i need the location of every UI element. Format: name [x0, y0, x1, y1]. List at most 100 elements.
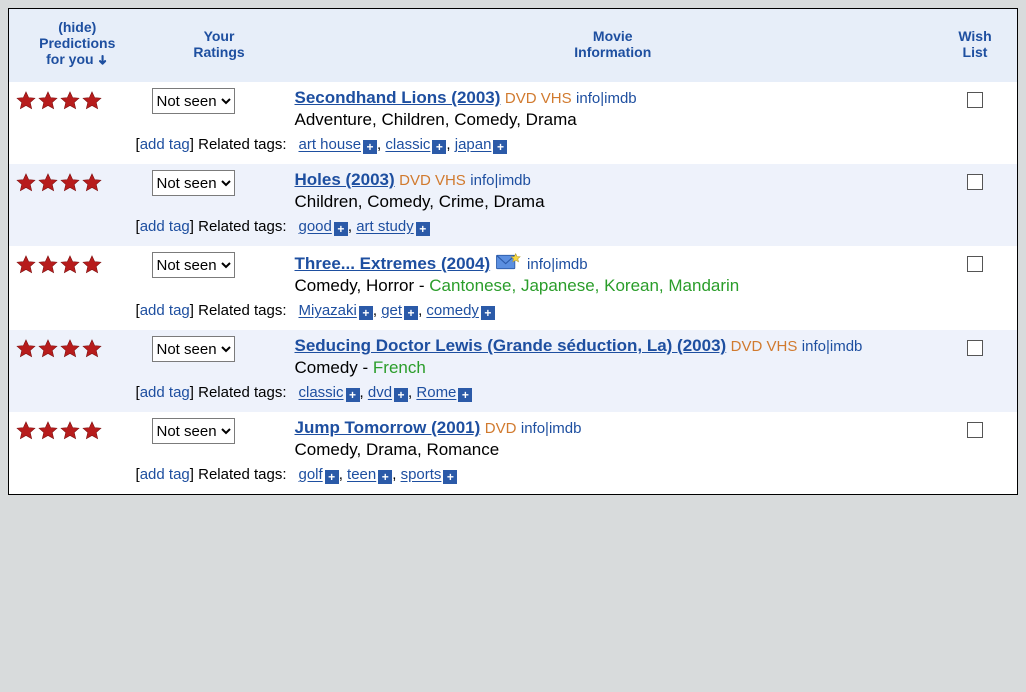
add-tag-link[interactable]: add tag	[140, 218, 190, 235]
star-icon	[59, 341, 81, 358]
tag-add-icon[interactable]: +	[458, 388, 472, 402]
tag-add-icon[interactable]: +	[416, 222, 430, 236]
tag-actions-cell: [add tag] Related tags:	[9, 382, 293, 412]
related-tags-label: Related tags:	[198, 302, 286, 319]
add-tag-link[interactable]: add tag	[140, 466, 190, 483]
imdb-link[interactable]: imdb	[604, 90, 637, 107]
star-icon	[37, 423, 59, 440]
tag-add-icon[interactable]: +	[493, 140, 507, 154]
tag-link[interactable]: sports	[401, 466, 442, 483]
star-icon	[15, 257, 37, 274]
star-rating	[15, 252, 140, 276]
rating-select[interactable]: Not seen	[152, 252, 235, 278]
movie-info-cell: Seducing Doctor Lewis (Grande séduction,…	[293, 330, 934, 382]
tag-link[interactable]: classic	[299, 384, 344, 401]
tag-link[interactable]: Rome	[416, 384, 456, 401]
star-icon	[37, 93, 59, 110]
tag-link[interactable]: Miyazaki	[299, 302, 357, 319]
tag-link[interactable]: comedy	[426, 302, 479, 319]
rating-cell: Not seen	[146, 246, 293, 300]
tag-link[interactable]: teen	[347, 466, 376, 483]
rating-select[interactable]: Not seen	[152, 88, 235, 114]
mail-new-icon[interactable]	[495, 256, 523, 273]
genres-text: Children, Comedy, Crime, Drama	[295, 192, 928, 212]
movie-info-cell: Secondhand Lions (2003) DVD VHS info|imd…	[293, 82, 934, 134]
wishlist-checkbox[interactable]	[967, 174, 983, 190]
tag-add-icon[interactable]: +	[334, 222, 348, 236]
movie-predictions-panel: (hide) Predictions for you ➜ Your Rating…	[8, 8, 1018, 495]
info-link[interactable]: info	[527, 256, 551, 273]
movie-title-link[interactable]: Secondhand Lions (2003)	[295, 88, 501, 107]
media-formats: DVD VHS	[399, 172, 466, 189]
tag-link[interactable]: classic	[385, 136, 430, 153]
movie-title-link[interactable]: Three... Extremes (2004)	[295, 254, 491, 273]
tag-row: [add tag] Related tags: good+, art study…	[9, 216, 1017, 246]
tag-link[interactable]: art house	[299, 136, 362, 153]
star-icon	[59, 423, 81, 440]
imdb-link[interactable]: imdb	[830, 338, 863, 355]
col-header-wish-list: Wish List	[933, 9, 1017, 82]
rating-cell: Not seen	[146, 330, 293, 382]
table-row: Not seen Secondhand Lions (2003) DVD VHS…	[9, 82, 1017, 134]
movie-info-cell: Jump Tomorrow (2001) DVD info|imdb Comed…	[293, 412, 934, 464]
tag-link[interactable]: good	[299, 218, 332, 235]
tag-add-icon[interactable]: +	[443, 470, 457, 484]
tag-add-icon[interactable]: +	[363, 140, 377, 154]
tag-actions-cell: [add tag] Related tags:	[9, 464, 293, 494]
tags-cell: Miyazaki+, get+, comedy+	[293, 300, 1018, 330]
tag-add-icon[interactable]: +	[359, 306, 373, 320]
hide-predictions-link[interactable]: (hide)	[58, 19, 96, 35]
star-icon	[81, 93, 103, 110]
tag-add-icon[interactable]: +	[432, 140, 446, 154]
languages-text: Cantonese, Japanese, Korean, Mandarin	[429, 276, 739, 295]
add-tag-bracket: ]	[190, 136, 194, 153]
tags-cell: good+, art study+	[293, 216, 1018, 246]
prediction-cell	[9, 412, 146, 464]
tag-row: [add tag] Related tags: classic+, dvd+, …	[9, 382, 1017, 412]
info-link[interactable]: info	[802, 338, 826, 355]
tag-link[interactable]: golf	[299, 466, 323, 483]
movie-title-link[interactable]: Seducing Doctor Lewis (Grande séduction,…	[295, 336, 727, 355]
wishlist-checkbox[interactable]	[967, 422, 983, 438]
add-tag-link[interactable]: add tag	[140, 302, 190, 319]
genres-text: Comedy, Horror - Cantonese, Japanese, Ko…	[295, 276, 928, 296]
add-tag-link[interactable]: add tag	[140, 384, 190, 401]
rating-select[interactable]: Not seen	[152, 170, 235, 196]
imdb-link[interactable]: imdb	[498, 172, 531, 189]
tag-link[interactable]: art study	[356, 218, 414, 235]
add-tag-bracket: ]	[190, 302, 194, 319]
star-half-icon	[81, 257, 103, 274]
tag-actions-cell: [add tag] Related tags:	[9, 216, 293, 246]
tag-link[interactable]: japan	[455, 136, 492, 153]
tag-link[interactable]: dvd	[368, 384, 392, 401]
rating-select[interactable]: Not seen	[152, 418, 235, 444]
add-tag-link[interactable]: add tag	[140, 136, 190, 153]
tag-add-icon[interactable]: +	[394, 388, 408, 402]
imdb-link[interactable]: imdb	[555, 256, 588, 273]
info-link[interactable]: info	[470, 172, 494, 189]
genres-text: Comedy - French	[295, 358, 928, 378]
wish-cell	[933, 164, 1017, 216]
rating-select[interactable]: Not seen	[152, 336, 235, 362]
sort-arrow-icon[interactable]: ➜	[95, 55, 111, 66]
tag-add-icon[interactable]: +	[481, 306, 495, 320]
tag-add-icon[interactable]: +	[325, 470, 339, 484]
tag-link[interactable]: get	[381, 302, 402, 319]
wishlist-checkbox[interactable]	[967, 256, 983, 272]
prediction-cell	[9, 330, 146, 382]
info-link[interactable]: info	[521, 420, 545, 437]
info-link[interactable]: info	[576, 90, 600, 107]
wishlist-checkbox[interactable]	[967, 340, 983, 356]
wishlist-checkbox[interactable]	[967, 92, 983, 108]
star-icon	[81, 175, 103, 192]
tag-add-icon[interactable]: +	[404, 306, 418, 320]
movie-title-link[interactable]: Holes (2003)	[295, 170, 395, 189]
genres-text: Comedy, Drama, Romance	[295, 440, 928, 460]
movie-title-link[interactable]: Jump Tomorrow (2001)	[295, 418, 481, 437]
imdb-link[interactable]: imdb	[549, 420, 582, 437]
rating-cell: Not seen	[146, 82, 293, 134]
star-icon	[15, 423, 37, 440]
tag-add-icon[interactable]: +	[378, 470, 392, 484]
col-header-predictions: (hide) Predictions for you ➜	[9, 9, 146, 82]
tag-add-icon[interactable]: +	[346, 388, 360, 402]
